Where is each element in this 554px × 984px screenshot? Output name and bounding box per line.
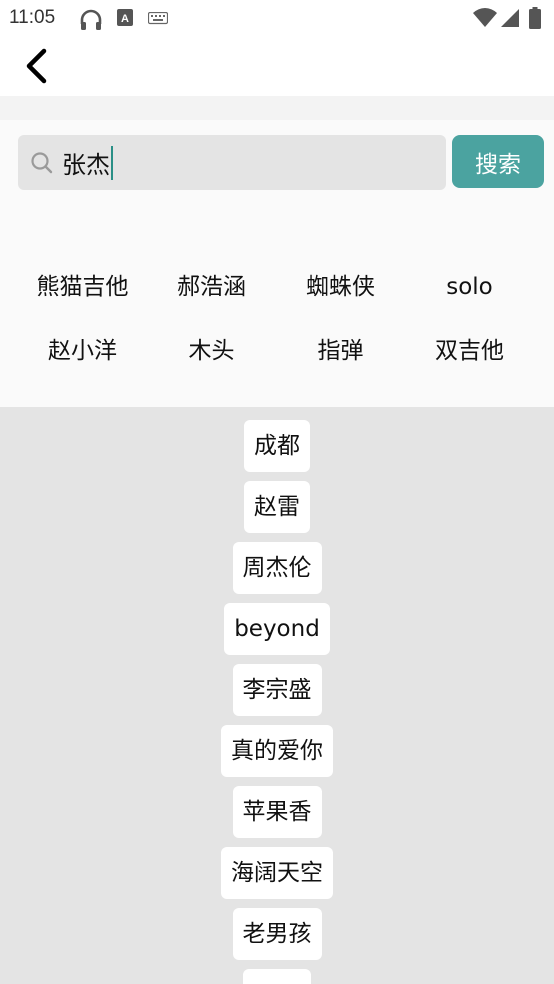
history-item[interactable]: 周杰伦 bbox=[232, 542, 322, 594]
hot-tag[interactable]: 木头 bbox=[147, 330, 276, 372]
hot-tag[interactable]: 赵小洋 bbox=[18, 330, 147, 372]
font-a-icon: A bbox=[117, 9, 133, 31]
history-item[interactable]: 海阔天空 bbox=[221, 847, 333, 899]
hot-tag[interactable]: 郝浩涵 bbox=[147, 266, 276, 308]
hot-tag[interactable]: 指弹 bbox=[276, 330, 405, 372]
hot-tag[interactable]: solo bbox=[405, 266, 534, 308]
history-item[interactable]: 苹果香 bbox=[232, 786, 322, 838]
search-button[interactable]: 搜索 bbox=[452, 135, 544, 188]
wifi-icon bbox=[472, 8, 498, 32]
status-bar: 11:05 A bbox=[0, 0, 554, 38]
cell-signal-icon bbox=[500, 8, 520, 32]
history-item[interactable]: 真的爱你 bbox=[221, 725, 333, 777]
search-input[interactable]: 张杰 bbox=[18, 135, 446, 190]
keyboard-icon bbox=[147, 11, 169, 30]
history-item[interactable] bbox=[243, 969, 311, 984]
search-icon bbox=[30, 151, 54, 175]
search-query-text: 张杰 bbox=[62, 151, 110, 179]
status-time: 11:05 bbox=[9, 7, 56, 28]
search-query-value: 张杰 bbox=[62, 145, 113, 180]
text-caret bbox=[111, 145, 113, 180]
headphones-icon bbox=[79, 9, 103, 35]
history-item[interactable]: 成都 bbox=[244, 420, 310, 472]
app-bar bbox=[0, 38, 554, 96]
history-item[interactable]: beyond bbox=[224, 603, 330, 655]
hot-tag[interactable]: 双吉他 bbox=[405, 330, 534, 372]
divider-band bbox=[0, 96, 554, 120]
back-button[interactable] bbox=[14, 46, 58, 90]
svg-text:A: A bbox=[121, 13, 129, 25]
battery-icon bbox=[529, 7, 541, 33]
history-item[interactable]: 赵雷 bbox=[244, 481, 310, 533]
hot-tag[interactable]: 熊猫吉他 bbox=[18, 266, 147, 308]
history-item[interactable]: 李宗盛 bbox=[232, 664, 322, 716]
chevron-left-icon bbox=[22, 48, 50, 88]
hot-tag[interactable]: 蜘蛛侠 bbox=[276, 266, 405, 308]
search-section: 张杰 搜索 熊猫吉他 郝浩涵 蜘蛛侠 solo 赵小洋 木头 指弹 双吉他 bbox=[0, 120, 554, 407]
search-history-list: 成都 赵雷 周杰伦 beyond 李宗盛 真的爱你 苹果香 海阔天空 老男孩 bbox=[0, 420, 554, 984]
search-history-section: 成都 赵雷 周杰伦 beyond 李宗盛 真的爱你 苹果香 海阔天空 老男孩 bbox=[0, 407, 554, 984]
hot-tags-grid: 熊猫吉他 郝浩涵 蜘蛛侠 solo 赵小洋 木头 指弹 双吉他 bbox=[18, 266, 534, 372]
history-item[interactable]: 老男孩 bbox=[232, 908, 322, 960]
